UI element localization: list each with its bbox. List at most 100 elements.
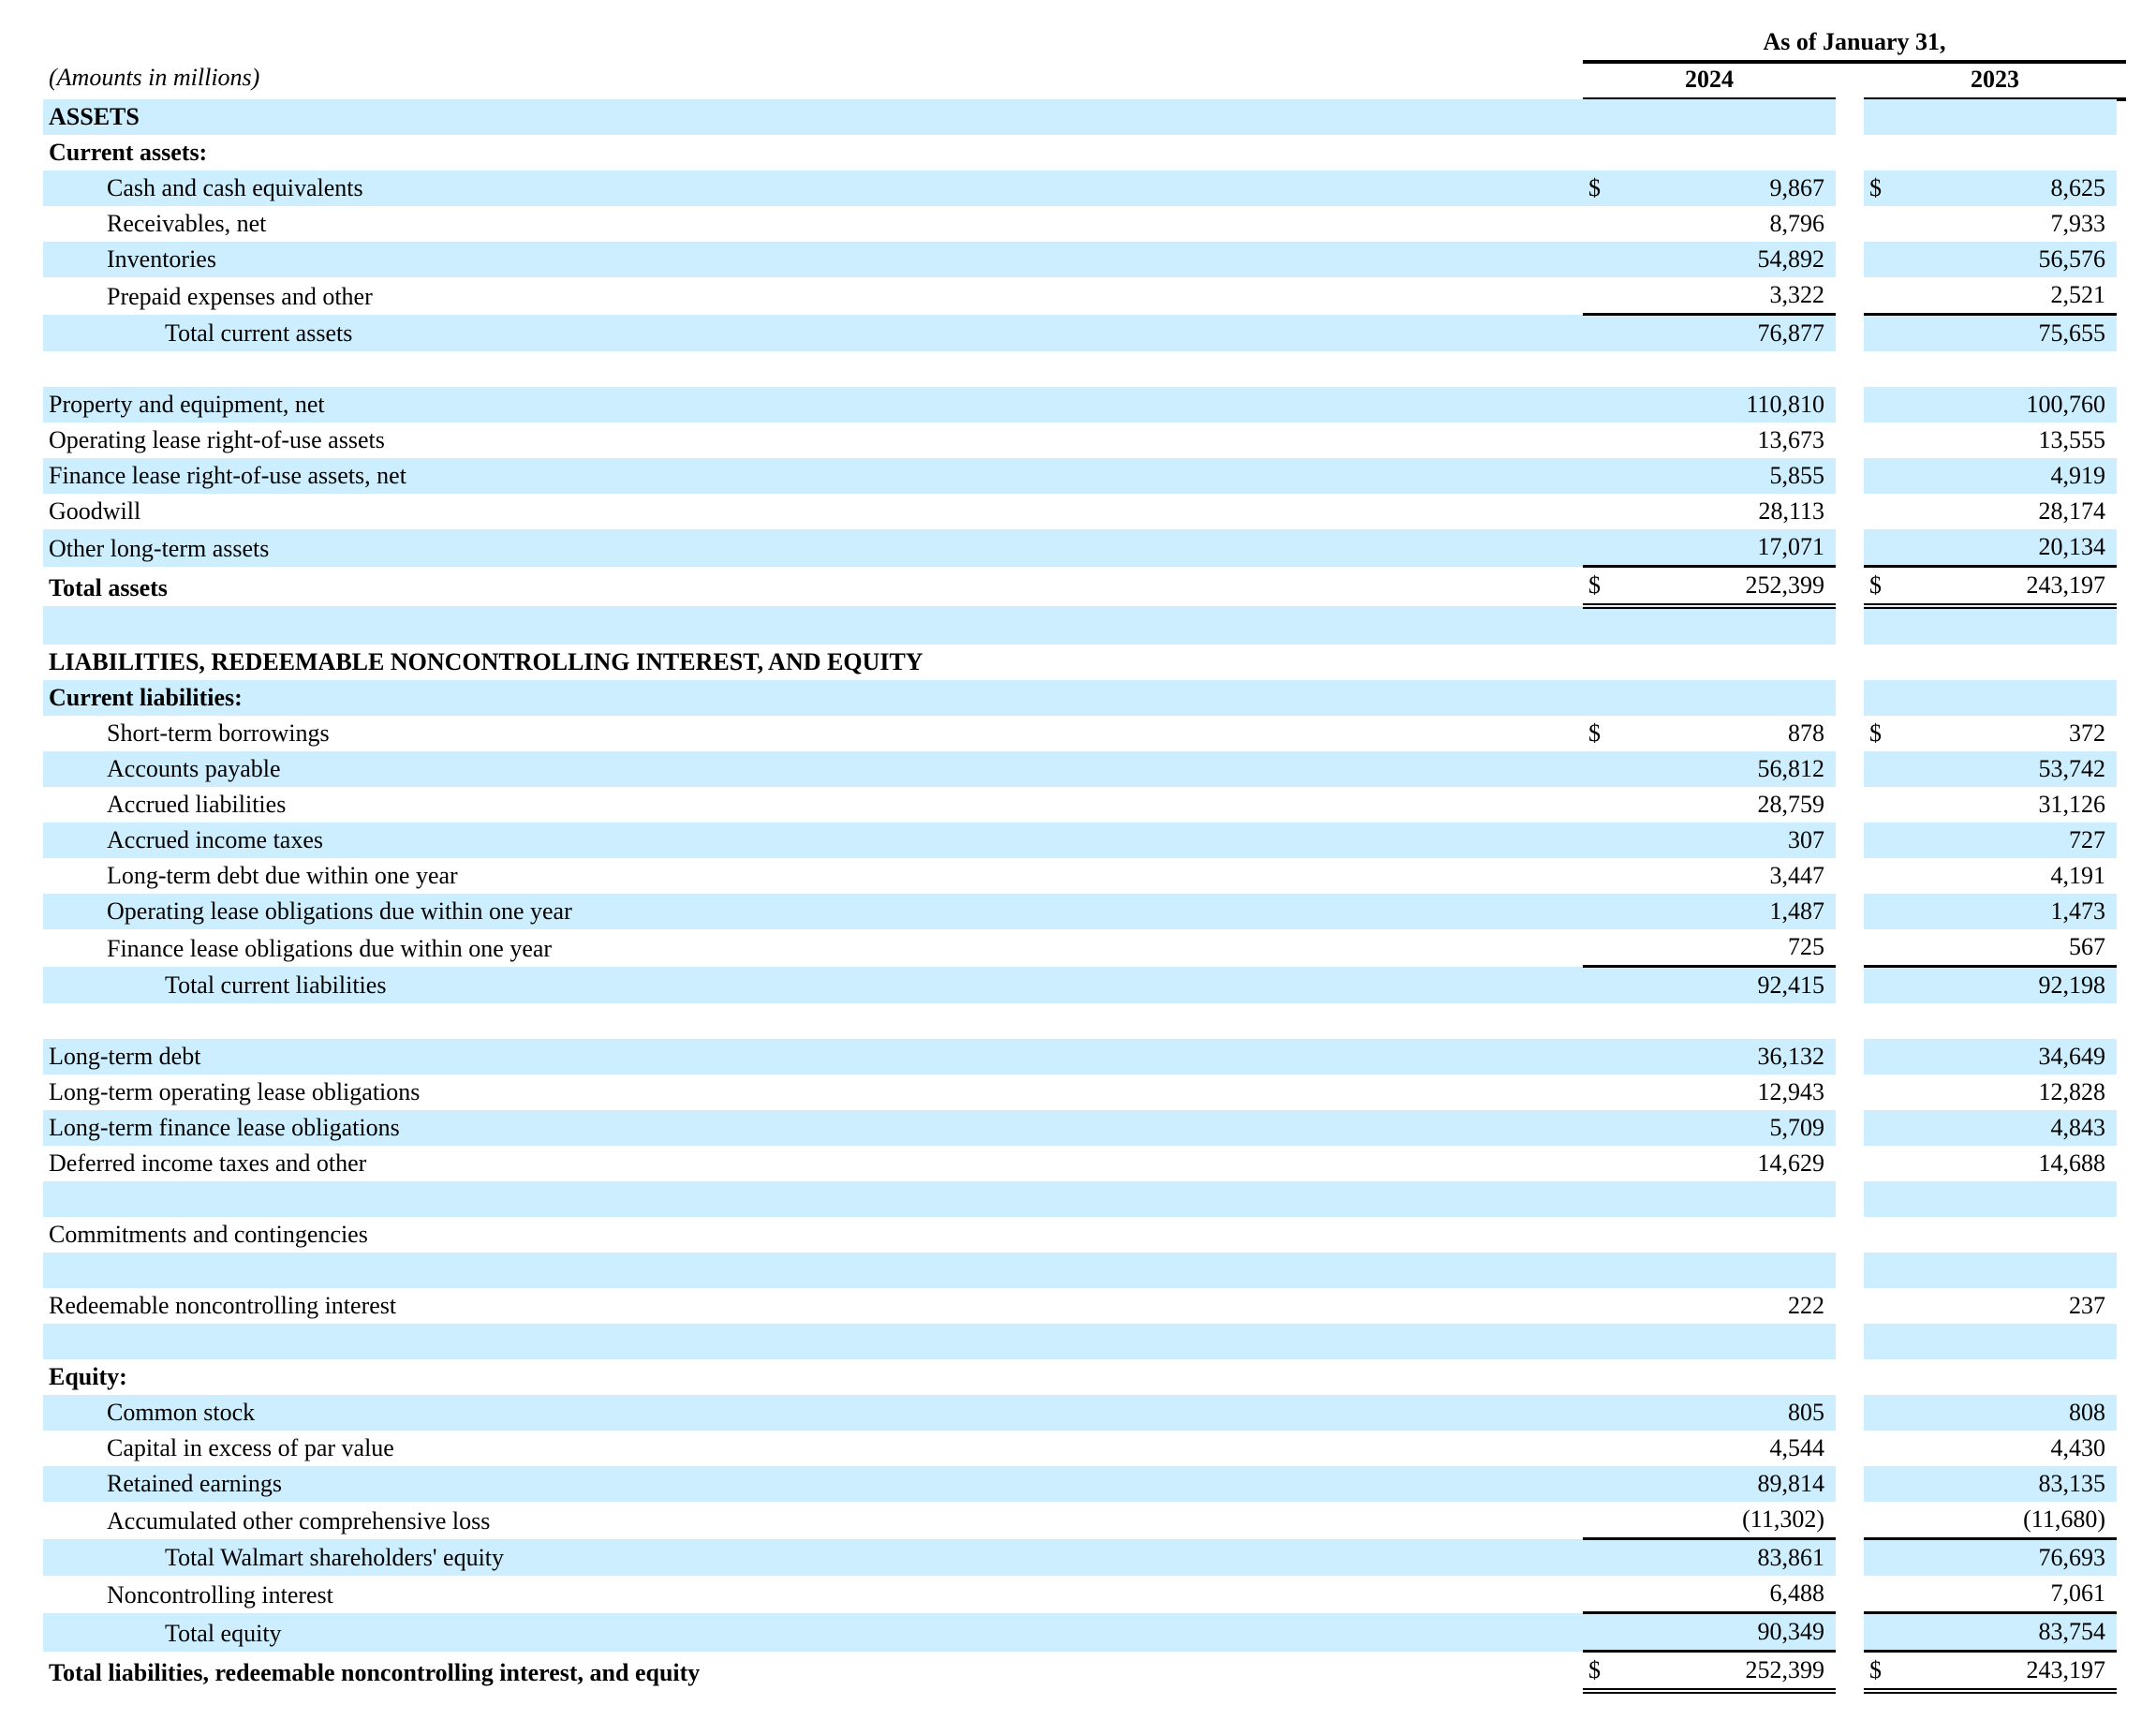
value-2024: 14,629 (1757, 1149, 1825, 1177)
table-row: Finance lease right-of-use assets, net 5,… (43, 458, 2117, 494)
currency-symbol-2024 (1583, 242, 1611, 277)
column-gap (1836, 1217, 1864, 1253)
value-2023: 76,693 (1892, 1537, 2117, 1576)
column-gap (1836, 1651, 1864, 1691)
column-gap (1836, 606, 1864, 645)
currency-symbol-2023 (1864, 1359, 1892, 1395)
table-row: Operating lease obligations due within o… (43, 894, 2117, 929)
table-row: Property and equipment, net 110,810 100,76… (43, 387, 2117, 423)
value-2024 (1611, 1324, 1836, 1359)
value-2023: 372 (2069, 719, 2105, 747)
currency-symbol-2023 (1864, 351, 1892, 387)
column-gap (1836, 929, 1864, 967)
table-row: Total assets $252,399 $243,197 (43, 565, 2117, 609)
row-label: Accrued income taxes (43, 823, 1583, 858)
row-label: Deferred income taxes and other (49, 1149, 367, 1177)
row-label: Total equity (43, 1612, 1583, 1652)
table-row: Deferred income taxes and other 14,629 14,… (43, 1146, 2117, 1181)
table-row: Prepaid expenses and other 3,322 2,521 (43, 277, 2117, 315)
currency-symbol-2023 (1864, 242, 1892, 277)
currency-symbol-2023 (1864, 529, 1892, 567)
value-2024: 28,113 (1758, 497, 1824, 525)
currency-symbol-2024 (1583, 423, 1611, 458)
table-row: Total current liabilities 92,415 92,198 (43, 965, 2117, 1003)
value-2024: 805 (1611, 1395, 1836, 1431)
balance-sheet-body: ASSETS Current assets: Cash and cash equiv… (43, 99, 2117, 1694)
value-2023: 13,555 (2038, 426, 2106, 453)
value-2024: 13,673 (1757, 426, 1825, 453)
row-label: Inventories (43, 242, 1583, 277)
row-label: Total current assets (43, 314, 1583, 351)
column-gap (1836, 787, 1864, 823)
value-2023: 75,655 (1892, 313, 2117, 351)
value-2023: 8,625 (1892, 171, 2117, 206)
column-gap (1836, 1181, 1864, 1217)
currency-symbol-2024 (1583, 1110, 1611, 1146)
value-2024: 17,071 (1611, 529, 1836, 567)
value-2024: 725 (1788, 933, 1824, 960)
table-row: ASSETS (43, 99, 2117, 135)
value-2024: 252,399 (1611, 565, 1836, 609)
currency-symbol-2023 (1864, 1039, 1892, 1075)
column-gap (1836, 1324, 1864, 1359)
value-2023: 4,919 (1892, 458, 2117, 494)
spacer-row (43, 1324, 2117, 1359)
value-2023: 92,198 (1892, 965, 2117, 1003)
table-row: Short-term borrowings $878 $372 (43, 716, 2117, 751)
value-2024: 878 (1788, 719, 1824, 747)
row-label: Cash and cash equivalents (43, 171, 1583, 206)
spacer-row (43, 351, 2117, 387)
value-2023 (1892, 99, 2117, 135)
currency-symbol-2024 (1583, 351, 1611, 387)
currency-symbol-2023 (1864, 606, 1892, 645)
table-row: Retained earnings 89,814 83,135 (43, 1466, 2117, 1502)
value-2023: 14,688 (2038, 1149, 2106, 1177)
value-2023 (1892, 1181, 2117, 1217)
value-2023: 83,754 (1892, 1611, 2117, 1652)
column-gap (1836, 387, 1864, 423)
column-gap (1836, 314, 1864, 351)
currency-symbol-2024 (1583, 387, 1611, 423)
value-2024: 9,867 (1611, 171, 1836, 206)
value-2024: 5,709 (1611, 1110, 1836, 1146)
table-row: Total equity 90,349 83,754 (43, 1611, 2117, 1652)
currency-symbol-2024 (1583, 1075, 1611, 1110)
column-gap (1836, 494, 1864, 529)
spacer-row (43, 1181, 2117, 1217)
column-gap (1836, 1146, 1864, 1181)
column-gap (1836, 1003, 1864, 1039)
table-row: Finance lease obligations due within one… (43, 929, 2117, 967)
row-label: Accrued liabilities (107, 791, 287, 818)
row-label: ASSETS (43, 99, 1583, 135)
value-2023 (1892, 351, 2117, 387)
currency-symbol-2023 (1864, 680, 1892, 716)
row-label (43, 1324, 1583, 1359)
currency-symbol-2024: $ (1583, 1650, 1611, 1694)
column-header-2023: 2023 (1971, 66, 2019, 93)
table-row: Accrued income taxes 307 727 (43, 823, 2117, 858)
currency-symbol-2023 (1864, 1537, 1892, 1576)
currency-symbol-2024 (1583, 1576, 1611, 1613)
row-label: Short-term borrowings (107, 719, 330, 747)
value-2024: 83,861 (1611, 1537, 1836, 1576)
value-2023: 28,174 (2038, 497, 2106, 525)
table-row: Accrued liabilities 28,759 31,126 (43, 787, 2117, 823)
column-gap (1836, 423, 1864, 458)
value-2023 (1892, 1253, 2117, 1288)
amounts-note: (Amounts in millions) (49, 64, 260, 91)
currency-symbol-2024 (1583, 1217, 1611, 1253)
currency-symbol-2023 (1864, 387, 1892, 423)
currency-symbol-2024: $ (1583, 565, 1611, 609)
value-2024 (1611, 1181, 1836, 1217)
currency-symbol-2023 (1864, 1181, 1892, 1217)
currency-symbol-2023: $ (1864, 1650, 1892, 1694)
currency-symbol-2023 (1864, 894, 1892, 929)
value-2023: 83,135 (1892, 1466, 2117, 1502)
column-gap (1836, 1538, 1864, 1576)
value-2024: 92,415 (1611, 965, 1836, 1003)
table-row: Cash and cash equivalents $9,867 $8,625 (43, 171, 2117, 206)
table-row: Total Walmart shareholders' equity 83,861… (43, 1537, 2117, 1576)
row-label: Prepaid expenses and other (107, 282, 373, 310)
currency-symbol-2024 (1583, 1324, 1611, 1359)
value-2023 (1892, 135, 2117, 171)
